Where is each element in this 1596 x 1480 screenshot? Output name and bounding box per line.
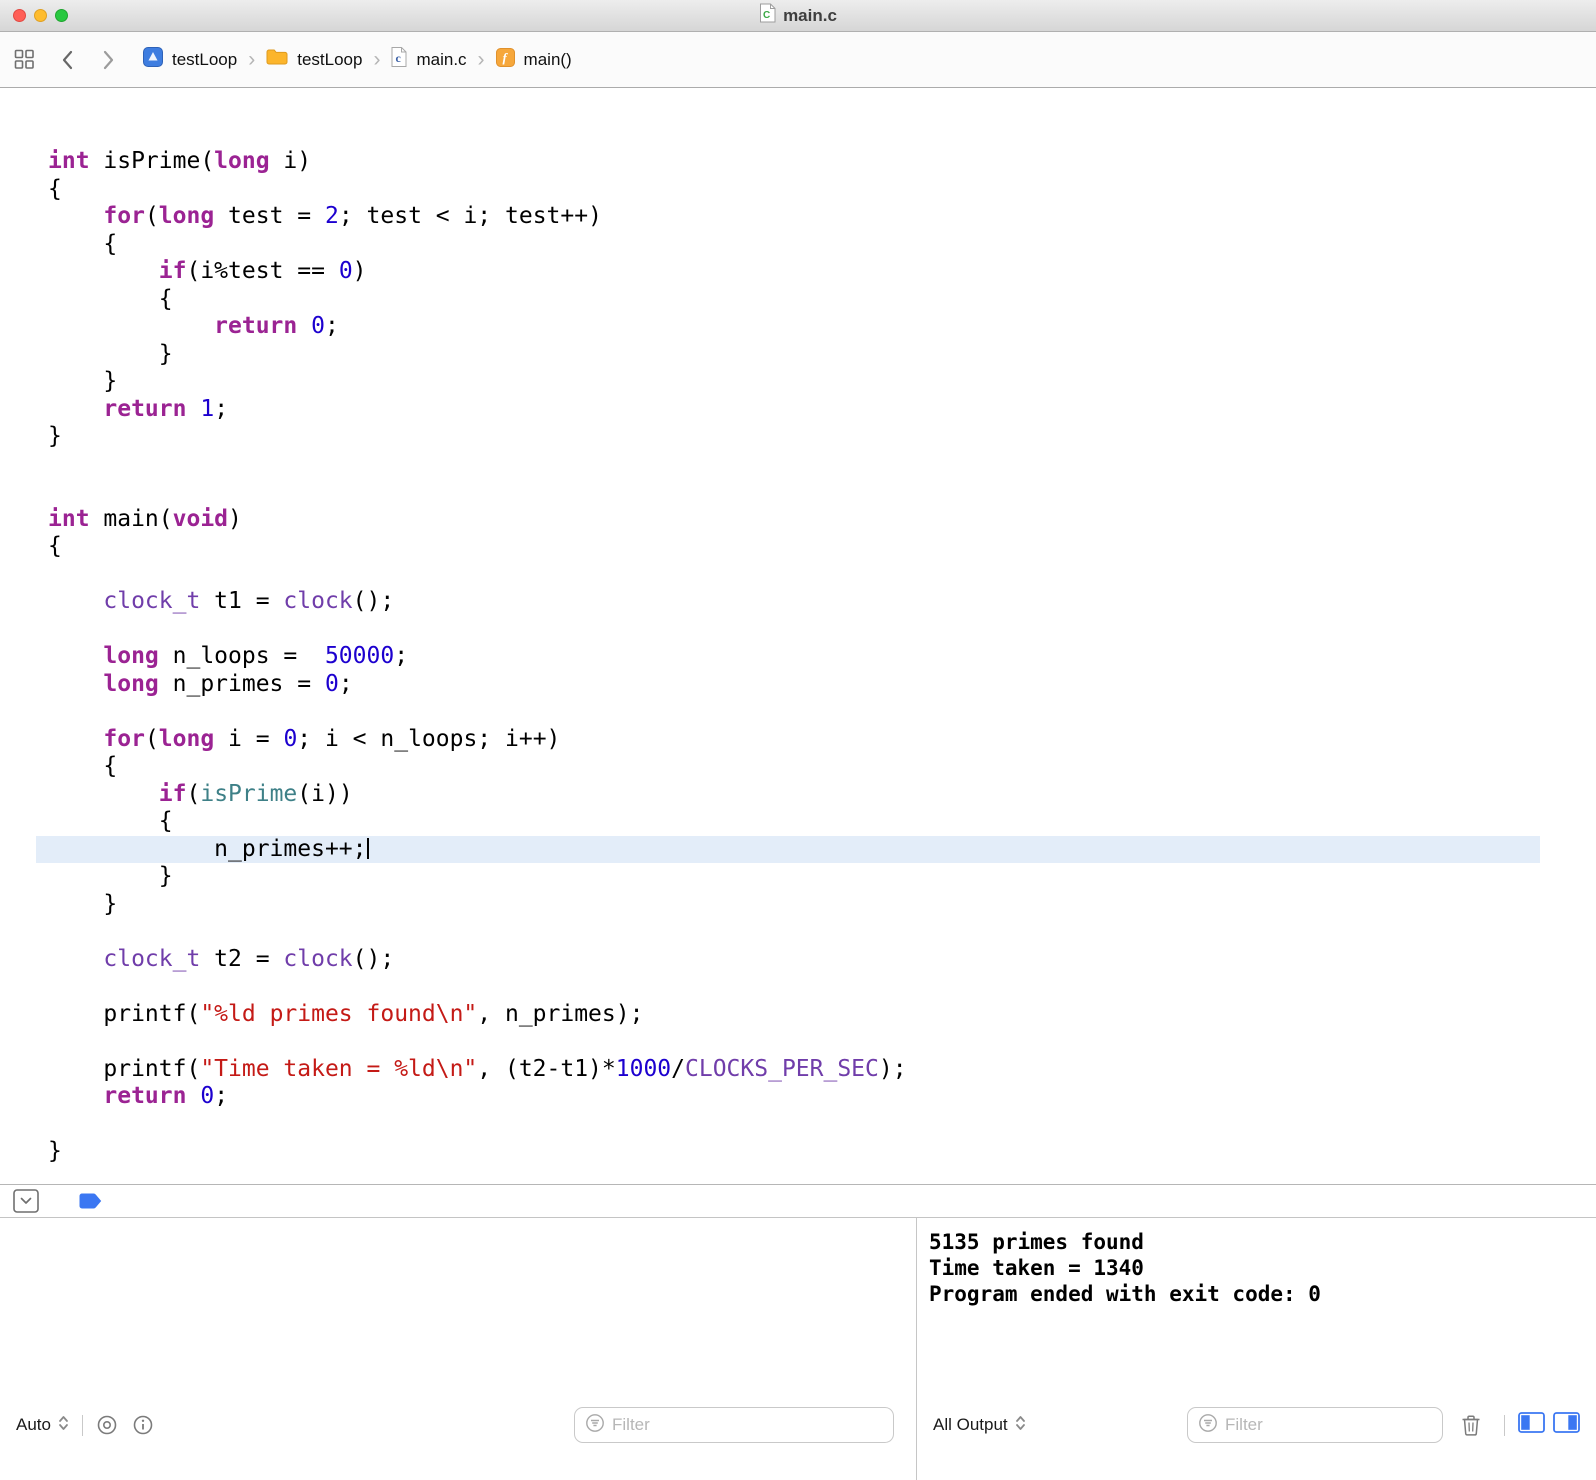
divider bbox=[81, 1414, 83, 1436]
back-button[interactable] bbox=[61, 50, 73, 70]
related-items-button[interactable] bbox=[14, 49, 35, 70]
console-filter-field[interactable] bbox=[1187, 1407, 1443, 1443]
console-line: Program ended with exit code: 0 bbox=[929, 1282, 1321, 1306]
show-values-button[interactable] bbox=[96, 1414, 118, 1436]
hide-debug-area-button[interactable] bbox=[13, 1189, 39, 1213]
code-line: { bbox=[48, 285, 173, 312]
code-line: { bbox=[48, 230, 118, 257]
code-line: printf("Time taken = %ld\n", (t2-t1)*100… bbox=[48, 1055, 907, 1082]
code-line: long n_primes = 0; bbox=[103, 670, 353, 697]
code-line: } bbox=[48, 368, 118, 394]
code-line: printf("%ld primes found\n", n_primes); bbox=[48, 1000, 644, 1027]
code-line: } bbox=[48, 340, 173, 367]
breadcrumb-item-project[interactable]: testLoop bbox=[143, 47, 237, 72]
jump-bar: testLoop › testLoop › c main.c › f main(… bbox=[0, 32, 1596, 88]
text-cursor bbox=[366, 837, 369, 859]
document-proxy-icon[interactable]: C bbox=[759, 3, 776, 28]
code-line: } bbox=[48, 863, 173, 889]
zoom-button[interactable] bbox=[55, 9, 68, 22]
code-line: } bbox=[48, 890, 118, 917]
console-bar: All Output bbox=[917, 1398, 1596, 1480]
svg-text:c: c bbox=[396, 51, 402, 65]
minimize-button[interactable] bbox=[34, 9, 47, 22]
console-output[interactable]: 5135 primes found Time taken = 1340 Prog… bbox=[917, 1218, 1596, 1398]
breadcrumb-item-file[interactable]: c main.c bbox=[391, 47, 467, 72]
code-lines: int isPrime(long i){ for(long test = 2; … bbox=[0, 148, 1596, 1166]
filter-icon bbox=[1197, 1412, 1219, 1439]
code-line: return 0; bbox=[214, 313, 339, 339]
variables-view bbox=[0, 1218, 916, 1398]
code-line: if(isPrime(i)) bbox=[158, 780, 353, 807]
info-button[interactable] bbox=[132, 1414, 154, 1436]
breadcrumb-separator: › bbox=[477, 48, 485, 71]
folder-icon bbox=[266, 48, 288, 71]
variables-scope-dropdown[interactable]: Auto bbox=[16, 1414, 69, 1437]
code-line: return 1; bbox=[103, 395, 229, 422]
svg-text:C: C bbox=[763, 10, 770, 21]
breadcrumb-separator: › bbox=[248, 48, 256, 71]
code-line: } bbox=[48, 1138, 62, 1164]
code-line: for(long test = 2; test < i; test++) bbox=[103, 203, 602, 229]
titlebar: C main.c bbox=[0, 0, 1596, 32]
code-line: int main(void) bbox=[48, 505, 242, 532]
console-filter-input[interactable] bbox=[1225, 1415, 1433, 1435]
code-line: n_primes++; bbox=[36, 835, 1540, 863]
code-line: { bbox=[48, 175, 62, 202]
code-line: { bbox=[48, 753, 118, 779]
variables-filter-input[interactable] bbox=[612, 1415, 884, 1435]
variables-bar: Auto bbox=[0, 1398, 916, 1480]
function-icon: f bbox=[495, 47, 515, 72]
breadcrumb-item-group[interactable]: testLoop bbox=[266, 48, 362, 71]
debug-area: Auto Filter 5135 primes found Time taken… bbox=[0, 1218, 1596, 1480]
xcode-window: C main.c testLoop › testLoop › c main.c … bbox=[0, 0, 1596, 1480]
code-line: clock_t t1 = clock(); bbox=[103, 588, 395, 614]
code-line: clock_t t2 = clock(); bbox=[103, 945, 395, 972]
code-line: return 0; bbox=[103, 1083, 229, 1109]
project-icon bbox=[143, 47, 163, 72]
chevron-updown-icon bbox=[58, 1414, 69, 1437]
breadcrumb-separator: › bbox=[373, 48, 381, 71]
variables-pane: Auto bbox=[0, 1218, 916, 1480]
console-line: Time taken = 1340 bbox=[929, 1256, 1144, 1280]
code-line: int isPrime(long i) bbox=[48, 148, 312, 174]
window-title: main.c bbox=[783, 5, 837, 25]
output-scope-dropdown[interactable]: All Output bbox=[933, 1414, 1026, 1437]
show-variables-view-button[interactable] bbox=[1518, 1412, 1545, 1438]
filter-icon bbox=[584, 1412, 606, 1439]
code-editor[interactable]: int isPrime(long i){ for(long test = 2; … bbox=[0, 88, 1596, 1184]
code-line: long n_loops = 50000; bbox=[103, 643, 409, 669]
debug-area-toolbar bbox=[0, 1184, 1596, 1218]
code-line: for(long i = 0; i < n_loops; i++) bbox=[103, 725, 561, 752]
traffic-lights bbox=[13, 0, 68, 31]
forward-button[interactable] bbox=[103, 50, 115, 70]
divider bbox=[1504, 1414, 1505, 1436]
c-file-icon: c bbox=[391, 47, 407, 72]
show-console-button[interactable] bbox=[1553, 1412, 1580, 1438]
variables-filter-field[interactable] bbox=[574, 1407, 894, 1443]
close-button[interactable] bbox=[13, 9, 26, 22]
breakpoints-toggle-button[interactable] bbox=[79, 1192, 103, 1210]
code-line: { bbox=[48, 808, 173, 834]
console-line: 5135 primes found bbox=[929, 1230, 1144, 1254]
code-line: } bbox=[48, 423, 62, 449]
console-pane: 5135 primes found Time taken = 1340 Prog… bbox=[917, 1218, 1596, 1480]
chevron-updown-icon bbox=[1015, 1414, 1026, 1437]
clear-console-button[interactable] bbox=[1461, 1414, 1481, 1436]
code-line: if(i%test == 0) bbox=[158, 258, 367, 284]
breadcrumb-item-function[interactable]: f main() bbox=[495, 47, 572, 72]
code-line: { bbox=[48, 533, 62, 559]
